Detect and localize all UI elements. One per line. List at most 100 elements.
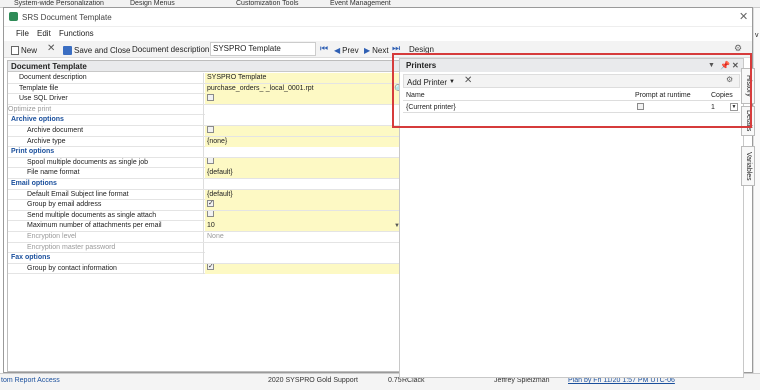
background-right-edge: v — [753, 8, 760, 373]
bg-cell-owner: Jeffrey Spielzman — [494, 377, 550, 384]
property-row[interactable]: Print options — [8, 147, 402, 158]
property-row[interactable]: File name format {default} — [8, 168, 402, 179]
property-label: Use SQL Driver — [8, 94, 204, 105]
remove-printer-icon[interactable]: ✕ — [464, 75, 472, 86]
property-checkbox[interactable]: ✓ — [207, 200, 214, 207]
property-row[interactable]: Archive type {none} — [8, 136, 402, 148]
bg-cell-plan[interactable]: Plan by Fri 11/20 1:57 PM UTC-06 — [568, 377, 675, 384]
property-row[interactable]: Use SQL Driver — [8, 94, 402, 105]
property-value[interactable]: None — [205, 232, 402, 242]
property-checkbox[interactable] — [207, 94, 214, 101]
property-row[interactable]: Maximum number of attachments per email 1… — [8, 221, 402, 232]
property-row[interactable]: Archive options — [8, 115, 402, 126]
property-value[interactable]: ✓ — [205, 263, 402, 274]
design-button[interactable]: Design — [409, 45, 434, 54]
menu-functions[interactable]: Functions — [59, 29, 94, 38]
tab-history[interactable]: History — [741, 68, 755, 104]
property-label: Template file — [8, 83, 204, 94]
property-checkbox[interactable]: ✓ — [207, 263, 214, 271]
property-value[interactable] — [205, 104, 402, 115]
property-row[interactable]: Template file purchase_orders_-_local_000… — [8, 83, 402, 95]
property-value[interactable] — [205, 210, 402, 221]
property-checkbox[interactable] — [207, 126, 214, 133]
property-value[interactable] — [205, 242, 402, 253]
last-record-icon[interactable]: ⏭ — [392, 43, 400, 54]
tab-variables[interactable]: Variables — [741, 146, 755, 186]
property-checkbox[interactable] — [207, 210, 214, 218]
property-row[interactable]: Document description SYSPRO Template — [8, 73, 402, 84]
property-value[interactable]: {default} — [205, 168, 402, 179]
next-button[interactable]: ▶ Next — [364, 43, 389, 57]
save-and-close-button[interactable]: Save and Close — [63, 43, 130, 57]
property-label: Print options — [8, 147, 204, 158]
menu-file[interactable]: File — [16, 29, 29, 38]
property-label: Email options — [8, 179, 204, 189]
property-value[interactable]: ✓ — [205, 200, 402, 211]
property-row[interactable]: Group by contact information ✓ — [8, 263, 402, 275]
pin-icon[interactable]: 📌 — [720, 59, 730, 72]
property-value[interactable] — [205, 157, 402, 168]
new-button[interactable]: New — [11, 43, 37, 57]
settings-icon[interactable]: ⚙ — [734, 43, 742, 54]
first-record-icon[interactable]: ⏮ — [320, 43, 328, 54]
property-row[interactable]: Encryption level None — [8, 232, 402, 243]
property-label: Archive options — [8, 115, 204, 126]
save-icon — [63, 45, 72, 55]
close-icon[interactable]: ✕ — [739, 10, 748, 23]
next-arrow-icon: ▶ — [364, 45, 371, 55]
printer-row[interactable]: {Current printer} 1 ▼ — [403, 102, 740, 113]
property-row[interactable]: Send multiple documents as single attach — [8, 210, 402, 222]
copies-value[interactable]: 1 — [711, 102, 715, 113]
property-label: Group by contact information — [8, 263, 204, 274]
property-row[interactable]: Default Email Subject line format {defaul… — [8, 189, 402, 201]
col-prompt-at-runtime[interactable]: Prompt at runtime — [635, 91, 691, 101]
printer-settings-icon[interactable]: ⚙ — [726, 75, 733, 84]
property-row[interactable]: Fax options — [8, 253, 402, 264]
bg-cell-hours: 0.75 — [388, 377, 402, 384]
menu-bar: File Edit Functions — [4, 26, 752, 40]
property-label: Default Email Subject line format — [8, 189, 204, 200]
property-label: File name format — [8, 168, 204, 179]
property-label: Archive type — [8, 136, 204, 147]
bg-tab-label: Design Menus — [130, 0, 175, 7]
property-value[interactable]: {none} — [205, 136, 402, 147]
document-template-header: Document Template — [8, 61, 402, 72]
property-value[interactable]: 10 ▼ — [205, 221, 402, 232]
property-checkbox[interactable] — [207, 157, 214, 165]
toolbar: New ✕ Save and Close Document descriptio… — [4, 41, 752, 58]
property-row[interactable]: Optimize print — [8, 104, 402, 116]
property-value[interactable]: {default} — [205, 189, 402, 200]
property-row[interactable]: Group by email address ✓ — [8, 200, 402, 211]
prompt-at-runtime-checkbox[interactable] — [637, 103, 644, 110]
property-value[interactable] — [205, 126, 402, 136]
bg-cell-user: RClack — [402, 377, 425, 384]
property-value[interactable]: purchase_orders_-_local_0001.rpt — [205, 83, 402, 94]
new-document-icon — [11, 45, 19, 55]
chevron-down-icon: ▼ — [449, 79, 455, 85]
property-value — [205, 179, 402, 189]
property-row[interactable]: Spool multiple documents as single job — [8, 157, 402, 169]
prev-label: Prev — [342, 45, 359, 55]
property-value[interactable]: SYSPRO Template — [205, 73, 402, 83]
bg-edge-text: v — [755, 32, 759, 39]
dropdown-arrow-icon[interactable]: ▼ — [708, 59, 715, 72]
tab-history-label: History — [745, 75, 752, 97]
bg-cell-report-access[interactable]: tom Report Access — [1, 377, 60, 384]
property-row[interactable]: Email options — [8, 179, 402, 190]
col-name[interactable]: Name — [406, 91, 425, 101]
copies-dropdown-icon[interactable]: ▼ — [730, 103, 738, 111]
tab-details[interactable]: Details — [741, 106, 755, 136]
menu-edit[interactable]: Edit — [37, 29, 51, 38]
prev-button[interactable]: ◀ Prev — [334, 43, 359, 57]
new-label: New — [21, 45, 38, 55]
col-copies[interactable]: Copies — [711, 91, 733, 101]
close-panel-icon[interactable]: ✕ — [732, 59, 739, 72]
property-value-text: SYSPRO Template — [207, 74, 267, 81]
add-printer-button[interactable]: Add Printer ▼ — [407, 75, 455, 89]
description-input[interactable]: SYSPRO Template — [210, 42, 316, 56]
delete-icon[interactable]: ✕ — [47, 43, 55, 54]
bg-tab-label: System-wide Personalization — [14, 0, 104, 7]
property-row[interactable]: Archive document — [8, 126, 402, 137]
property-row[interactable]: Encryption master password — [8, 242, 402, 254]
property-value[interactable] — [205, 94, 402, 105]
